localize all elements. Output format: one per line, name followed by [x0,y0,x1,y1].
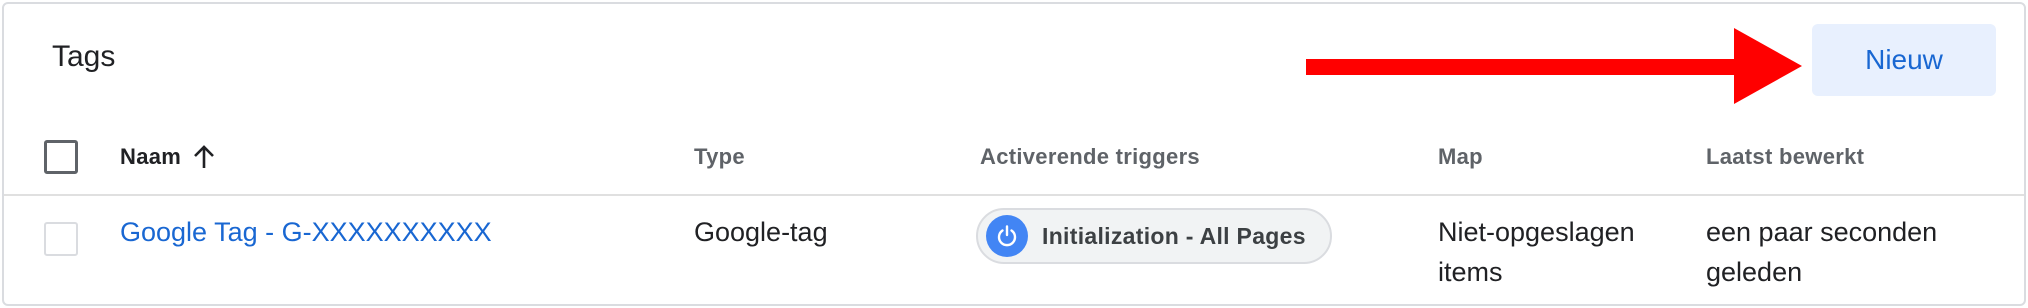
trigger-chip[interactable]: Initialization - All Pages [976,208,1332,264]
folder-line-1: Niet-opgeslagen [1438,217,1635,247]
tag-name-link[interactable]: Google Tag - G-XXXXXXXXXX [120,212,492,252]
card-title: Tags [52,40,116,73]
column-header-name-label: Naam [120,144,182,169]
column-header-triggers[interactable]: Activerende triggers [980,144,1200,170]
red-arrow-annotation [1306,28,1802,104]
last-edited-cell: een paar seconden geleden [1706,212,1937,292]
tags-card: Tags Nieuw Naam Type Activerende trigger… [2,2,2026,306]
row-checkbox[interactable] [44,222,78,256]
folder-line-2: items [1438,257,1503,287]
column-header-name[interactable]: Naam [120,144,215,170]
trigger-chip-label: Initialization - All Pages [1042,222,1306,249]
table-row[interactable]: Google Tag - G-XXXXXXXXXX Google-tag Ini… [4,198,2024,304]
table-header: Naam Type Activerende triggers Map Laats… [4,120,2024,196]
power-icon [986,215,1028,257]
tag-type: Google-tag [694,217,828,247]
folder-cell: Niet-opgeslagen items [1438,212,1635,292]
column-header-type[interactable]: Type [694,144,745,170]
last-edited-line-1: een paar seconden [1706,217,1938,247]
column-header-last-edited[interactable]: Laatst bewerkt [1706,144,1864,170]
column-header-folder[interactable]: Map [1438,144,1483,170]
last-edited-line-2: geleden [1706,257,1803,287]
arrow-up-icon [194,145,215,168]
new-tag-button[interactable]: Nieuw [1812,24,1996,96]
select-all-checkbox[interactable] [44,140,78,174]
